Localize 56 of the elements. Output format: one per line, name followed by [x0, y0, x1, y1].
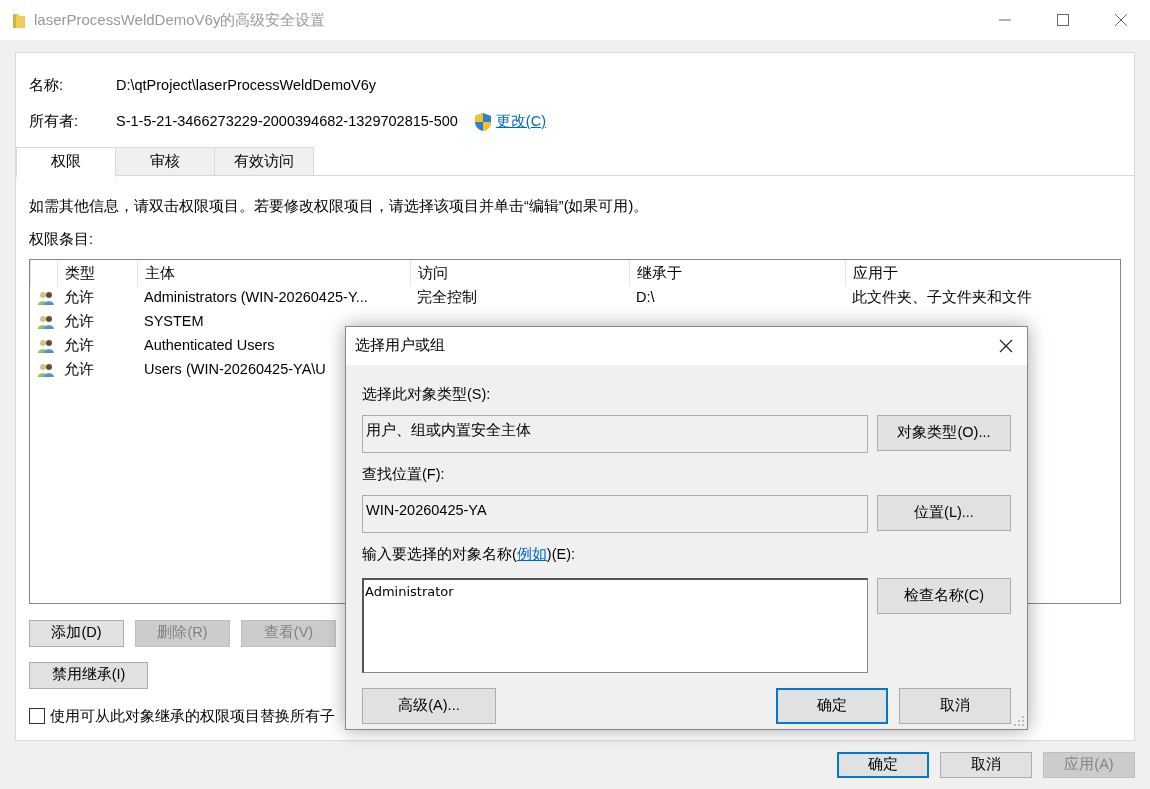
- shield-icon: [473, 112, 492, 132]
- column-header[interactable]: 类型: [57, 259, 137, 286]
- readonly-field: WIN-20260425-YA: [362, 494, 868, 533]
- tab[interactable]: 权限: [16, 147, 116, 177]
- checkbox[interactable]: [29, 708, 45, 725]
- advanced-button[interactable]: 高级(A)...: [362, 688, 496, 725]
- dialog-button[interactable]: 取消: [940, 752, 1032, 778]
- table-cell: 允许: [64, 288, 94, 305]
- close-icon[interactable]: [999, 339, 1013, 353]
- field-label: 名称:: [29, 76, 65, 96]
- table-cell: D:\: [636, 288, 655, 305]
- readonly-field: 用户、组或内置安全主体: [362, 414, 868, 453]
- action-button[interactable]: 添加(D): [29, 619, 124, 647]
- action-button[interactable]: 位置(L)...: [877, 494, 1011, 531]
- field-label: 输入要选择的对象名称(例如)(E):: [362, 544, 577, 564]
- field-value: D:\qtProject\laserProcessWeldDemoV6y: [116, 76, 377, 96]
- table-cell: 此文件夹、子文件夹和文件: [852, 288, 1032, 305]
- table-cell: Administrators (WIN-20260425-Y...: [144, 288, 368, 305]
- column-header[interactable]: 继承于: [629, 259, 845, 286]
- table-cell: SYSTEM: [144, 312, 204, 329]
- table-cell: Authenticated Users: [144, 336, 275, 353]
- field-label: 所有者:: [29, 112, 80, 132]
- users-icon: [37, 313, 55, 330]
- dialog-button[interactable]: 确定: [776, 688, 888, 725]
- check-names-button[interactable]: 检查名称(C): [877, 578, 1011, 615]
- table-cell: 允许: [64, 360, 94, 377]
- window-title: laserProcessWeldDemoV6y的高级安全设置: [34, 9, 326, 30]
- field-value: S-1-5-21-3466273229-2000394682-1329702815-500: [116, 112, 458, 132]
- users-icon: [37, 337, 55, 354]
- dialog-button[interactable]: 取消: [899, 688, 1011, 725]
- table-cell: 完全控制: [417, 288, 477, 305]
- resize-grip-icon: [1013, 715, 1025, 727]
- tab[interactable]: 审核: [115, 147, 215, 175]
- change-link[interactable]: 更改(C): [495, 111, 546, 133]
- field-label: 查找位置(F):: [362, 464, 446, 484]
- folder-icon: [12, 11, 26, 29]
- description-text: 如需其他信息，请双击权限项目。若要修改权限项目，请选择该项目并单击“编辑”(如果可用)。: [29, 197, 650, 216]
- action-button[interactable]: 对象类型(O)...: [877, 414, 1011, 451]
- users-icon: [37, 361, 55, 378]
- field-label: 选择此对象类型(S):: [362, 385, 492, 404]
- dialog-title: 选择用户或组: [355, 336, 446, 356]
- example-link[interactable]: 例如: [516, 545, 547, 562]
- column-header[interactable]: 主体: [137, 259, 410, 286]
- table-cell: 允许: [64, 312, 94, 329]
- table-cell: 允许: [64, 336, 94, 353]
- checkbox-label: 使用可从此对象继承的权限项目替换所有子: [50, 706, 335, 726]
- table-cell: Users (WIN-20260425-YA\U: [144, 360, 326, 377]
- section-label: 权限条目:: [29, 229, 95, 249]
- names-input[interactable]: Administrator: [362, 578, 868, 674]
- disable-inheritance-button[interactable]: 禁用继承(I): [29, 661, 148, 689]
- users-icon: [37, 289, 55, 306]
- maximize-icon[interactable]: [1056, 14, 1070, 26]
- dialog-button[interactable]: 确定: [837, 752, 929, 778]
- tab[interactable]: 有效访问: [214, 147, 314, 175]
- column-header[interactable]: 访问: [410, 259, 629, 286]
- column-header[interactable]: 应用于: [845, 259, 1120, 286]
